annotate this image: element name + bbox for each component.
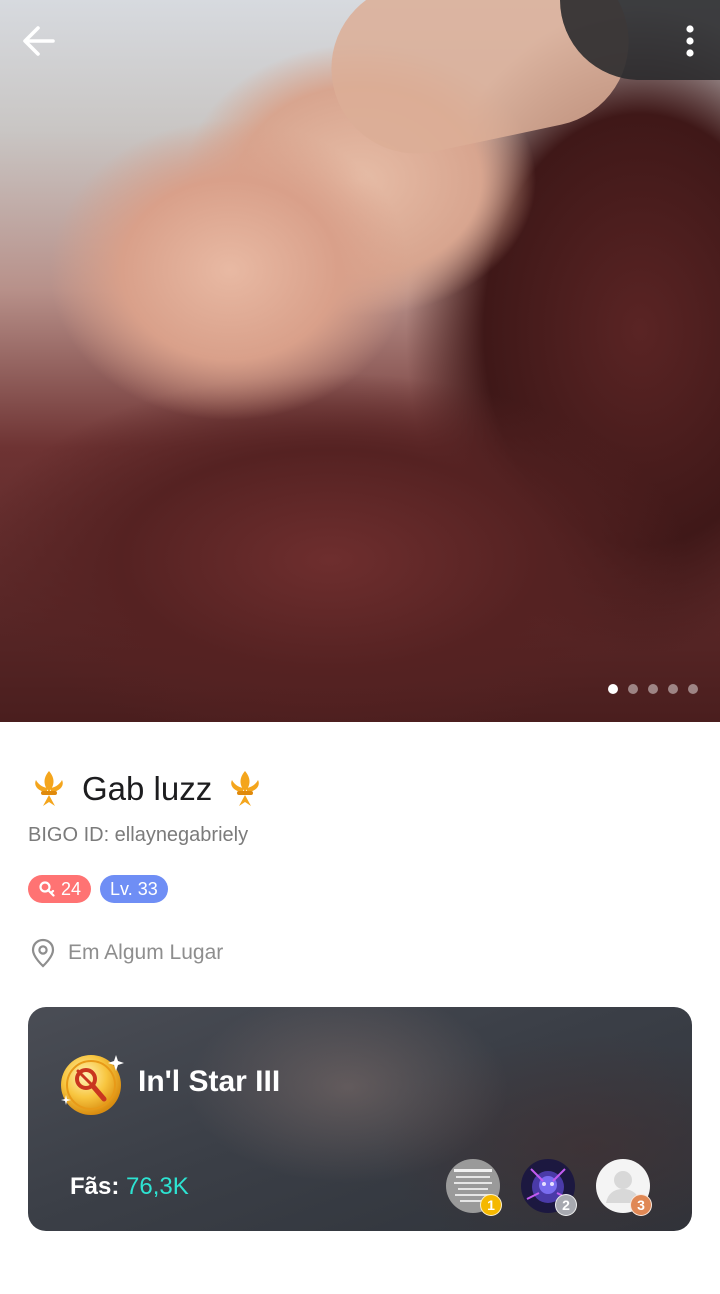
user-level-badge[interactable]: Lv. 33 (100, 875, 168, 903)
fleur-de-lis-icon (231, 771, 260, 806)
photo-page-indicator (608, 684, 698, 694)
top-fan-avatar-3[interactable]: 3 (596, 1159, 652, 1216)
fan-rank-badge: 2 (555, 1194, 577, 1216)
more-options-button[interactable] (670, 16, 710, 66)
fans-value: 76,3K (126, 1173, 189, 1200)
star-level-card[interactable]: In'l Star III Fãs: 76,3K 1 2 3 (28, 1007, 692, 1231)
top-fan-avatar-1[interactable]: 1 (446, 1159, 502, 1216)
profile-name-row: Gab luzz (28, 766, 266, 812)
bigo-id: BIGO ID: ellaynegabriely (28, 824, 249, 846)
rich-level-badge[interactable]: 24 (28, 875, 92, 903)
fans-label: Fãs: (70, 1173, 120, 1200)
fans-count: Fãs: 76,3K (70, 1173, 189, 1201)
arrow-left-icon (23, 26, 55, 56)
profile-photo-carousel[interactable] (0, 0, 720, 722)
back-button[interactable] (14, 16, 64, 66)
star-level-title: In'l Star III (138, 1065, 281, 1098)
page-dot[interactable] (608, 684, 618, 694)
top-fan-avatar-2[interactable]: 2 (521, 1159, 577, 1216)
page-dot[interactable] (668, 684, 678, 694)
fan-rank-badge: 3 (630, 1194, 652, 1216)
rich-level-value: 24 (61, 878, 82, 899)
page-dot[interactable] (628, 684, 638, 694)
key-icon (39, 881, 55, 897)
more-vertical-icon (686, 25, 694, 57)
fleur-de-lis-icon (35, 771, 63, 806)
page-dot[interactable] (648, 684, 658, 694)
page-dot[interactable] (688, 684, 698, 694)
location-row: Em Algum Lugar (30, 938, 223, 968)
profile-name: Gab luzz (82, 770, 213, 807)
fan-rank-badge: 1 (480, 1194, 502, 1216)
user-level-value: Lv. 33 (110, 878, 158, 899)
star-medal-icon (61, 1055, 124, 1115)
location-text: Em Algum Lugar (68, 941, 224, 964)
user-badges: 24 Lv. 33 (28, 875, 168, 903)
location-pin-icon (31, 938, 55, 968)
